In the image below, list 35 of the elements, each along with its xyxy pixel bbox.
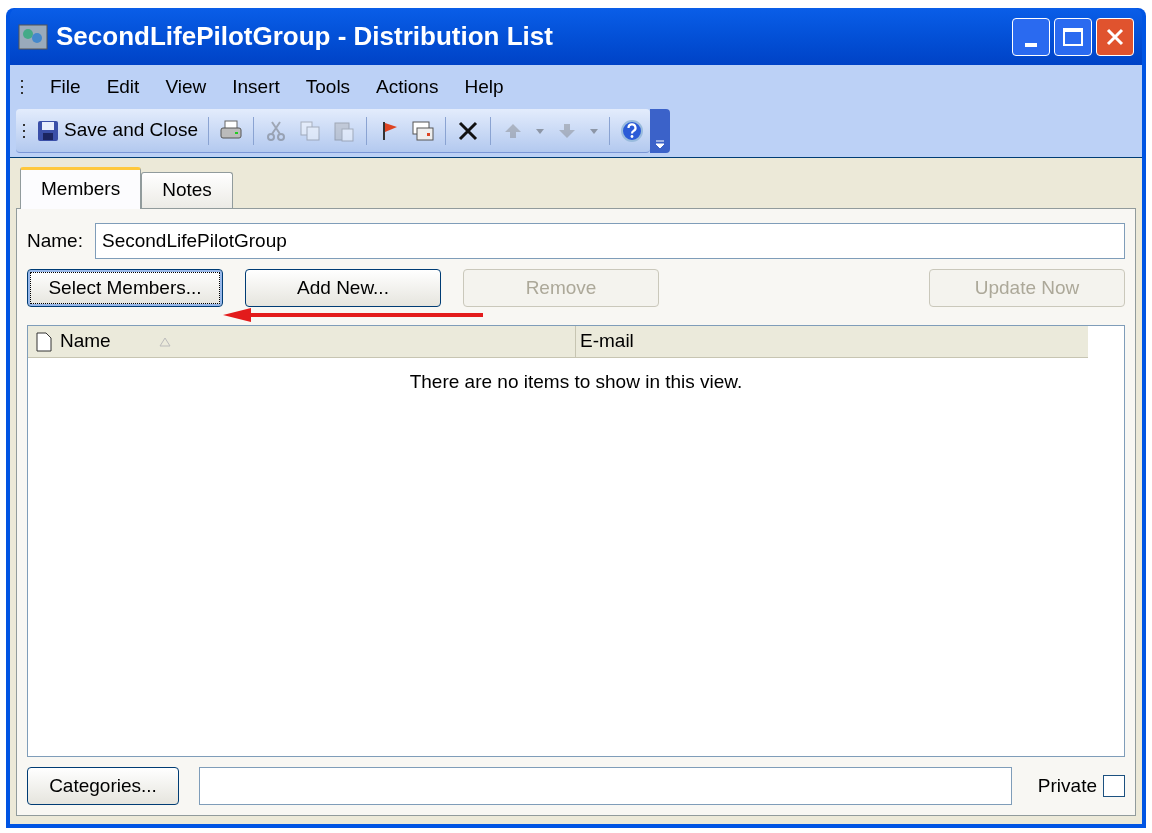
dialog-button[interactable]: Add New... [245, 269, 441, 307]
private-checkbox[interactable] [1103, 775, 1125, 797]
menu-item[interactable]: Insert [224, 72, 280, 102]
close-icon [1105, 26, 1125, 47]
minimize-button[interactable] [1012, 17, 1050, 56]
private-label: Private [1037, 773, 1097, 798]
menu-item[interactable]: File [42, 72, 81, 102]
column-header[interactable]: E-mail [576, 326, 1088, 357]
menu-item[interactable]: Actions [368, 72, 439, 102]
name-label: Name: [27, 228, 83, 253]
document-icon [36, 331, 52, 352]
menu-item[interactable]: View [157, 72, 207, 102]
empty-message: There are no items to show in this view. [409, 370, 743, 394]
categories-button[interactable]: Categories... [27, 767, 179, 805]
toolbar-options-icon[interactable] [650, 109, 671, 153]
address-card-icon[interactable] [411, 118, 436, 143]
sort-triangle-icon [158, 336, 171, 347]
menu-item[interactable]: Help [456, 72, 504, 102]
save-and-close-button[interactable]: Save and Close [36, 116, 199, 145]
name-input-field[interactable]: SecondLifePilotGroup [94, 223, 1125, 259]
tab[interactable]: Notes [141, 172, 233, 208]
grip-icon[interactable] [22, 122, 26, 139]
dialog-button[interactable]: Select Members... [27, 269, 223, 307]
grip-icon[interactable] [20, 79, 24, 95]
help-icon[interactable] [620, 118, 645, 143]
tab[interactable]: Members [20, 167, 142, 209]
menu-item[interactable]: Tools [297, 72, 351, 102]
window-title: SecondLifePilotGroup - Distribution List [56, 20, 554, 53]
distribution-list-icon [18, 23, 48, 50]
column-label: Name [60, 329, 111, 354]
menu-item[interactable]: Edit [98, 72, 140, 102]
maximize-button[interactable] [1054, 17, 1092, 56]
close-button[interactable] [1096, 17, 1134, 56]
column-header[interactable]: Name [28, 326, 576, 357]
categories-input-field[interactable] [199, 767, 1012, 805]
